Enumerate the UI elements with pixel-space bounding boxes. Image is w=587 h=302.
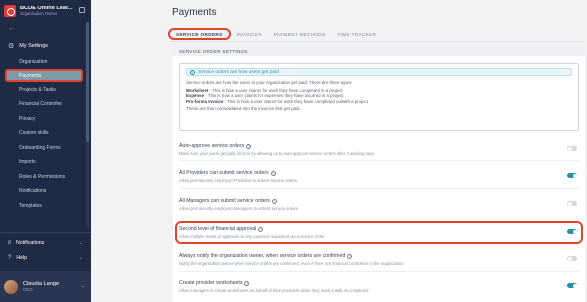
divider [179, 188, 579, 189]
help-icon[interactable]: ? [244, 280, 250, 286]
type-name: Worksheet [186, 87, 209, 93]
sidebar-item-notifications[interactable]: Notifications [5, 185, 83, 196]
divider [179, 271, 579, 272]
setting-row: Create provider worksheets? Allow manage… [179, 280, 579, 293]
toggle-notify-owner[interactable] [567, 256, 577, 261]
info-intro: Service orders are how the users in your… [186, 80, 353, 85]
gear-icon: ⚙ [8, 42, 15, 50]
setting-row: Auto-approve service orders? Make sure y… [179, 143, 579, 156]
user-role: CEO [23, 287, 33, 293]
divider [179, 160, 579, 161]
type-desc: - This is how a user claims for work the… [208, 87, 343, 93]
main-content: Payments SERVICE ORDERS INVOICES PAYMENT… [91, 0, 587, 302]
toggle-managers-submit[interactable] [567, 201, 577, 206]
back-arrow-icon[interactable]: ← [8, 25, 15, 32]
type-name: Pro-forma Invoice [186, 98, 224, 104]
help-icon[interactable]: ? [347, 253, 353, 259]
avatar [4, 279, 18, 294]
help-icon[interactable]: ? [270, 170, 276, 176]
info-title: i Service orders are how users get paid [186, 68, 572, 76]
card-header: SERVICE ORDER SETTINGS [173, 46, 585, 56]
chevron-down-icon: ⌄ [78, 240, 83, 246]
help-icon[interactable]: ? [271, 198, 277, 204]
user-menu[interactable]: Claudia Lange CEO ⌄ [0, 271, 91, 302]
chevron-down-icon: ⌄ [80, 283, 85, 289]
help-icon: ? [8, 255, 12, 261]
tab-time-tracker[interactable]: TIME TRACKER [331, 28, 382, 40]
service-order-settings-card: SERVICE ORDER SETTINGS i Service orders … [173, 46, 585, 302]
toggle-auto-approve[interactable] [567, 146, 577, 151]
divider [0, 232, 91, 233]
sidebar-item-onboarding-forms[interactable]: Onboarding Forms [5, 142, 83, 153]
tab-invoices[interactable]: INVOICES [231, 28, 268, 40]
user-name: Claudia Lange [23, 280, 60, 287]
toggle-second-level-approval[interactable] [567, 229, 577, 234]
tab-service-orders[interactable]: SERVICE ORDERS [168, 28, 231, 40]
chevron-down-icon: ⌄ [78, 255, 83, 261]
sidebar-scrollbar-thumb[interactable] [86, 22, 89, 142]
tab-bar: SERVICE ORDERS INVOICES PAYMENT METHODS … [168, 28, 382, 40]
notifications-menu[interactable]: ♯ Notifications ⌄ [0, 236, 91, 250]
sidebar-scrollbar[interactable] [86, 22, 89, 227]
tab-payment-methods[interactable]: PAYMENT METHODS [268, 28, 332, 40]
org-switcher[interactable]: BCDE Online Lear... Organisation Owner [0, 0, 91, 22]
sidebar-item-templates[interactable]: Templates [5, 200, 83, 211]
my-settings-heading: ⚙ My Settings [8, 42, 49, 50]
switch-org-icon[interactable] [79, 7, 85, 13]
toggle-providers-submit[interactable] [567, 173, 577, 178]
info-box: i Service orders are how users get paid … [179, 63, 579, 131]
help-icon[interactable]: ? [258, 226, 264, 232]
sidebar: BCDE Online Lear... Organisation Owner ←… [0, 0, 91, 302]
type-name: Expense [186, 93, 205, 99]
help-menu[interactable]: ? Help ⌄ [0, 251, 91, 265]
org-logo [4, 5, 16, 17]
tab-divider [171, 41, 585, 42]
sidebar-item-custom-skills[interactable]: Custom skills [5, 127, 83, 138]
sidebar-item-imports[interactable]: Imports [5, 156, 83, 167]
org-role: Organisation Owner [20, 11, 58, 17]
toggle-provider-worksheets[interactable] [567, 283, 577, 288]
sidebar-item-payments[interactable]: Payments [5, 69, 83, 82]
setting-row: All Managers can submit service orders? … [179, 198, 579, 211]
sidebar-item-roles-permissions[interactable]: Roles & Permissions [5, 171, 83, 182]
info-icon: i [190, 69, 195, 75]
setting-row: Second level of financial approval? Allo… [179, 226, 579, 239]
sidebar-item-organization[interactable]: Organization [5, 56, 83, 67]
bell-icon: ♯ [8, 240, 11, 246]
page-title: Payments [172, 7, 217, 18]
sidebar-item-projects-tasks[interactable]: Projects & Tasks [5, 84, 83, 95]
type-desc: - This is how a user claims for expenses… [204, 93, 344, 99]
info-outro: These are then consolidated into the inv… [186, 106, 301, 112]
setting-row: All Providers can submit service orders?… [179, 170, 579, 183]
sidebar-item-financial-controller[interactable]: Financial Controller [5, 98, 83, 109]
type-desc: - This is how a user claims for work the… [223, 98, 368, 104]
setting-row: Always notify the organization owner, wh… [179, 253, 579, 266]
help-icon[interactable]: ? [246, 143, 252, 149]
sidebar-item-privacy[interactable]: Privacy [5, 113, 83, 124]
